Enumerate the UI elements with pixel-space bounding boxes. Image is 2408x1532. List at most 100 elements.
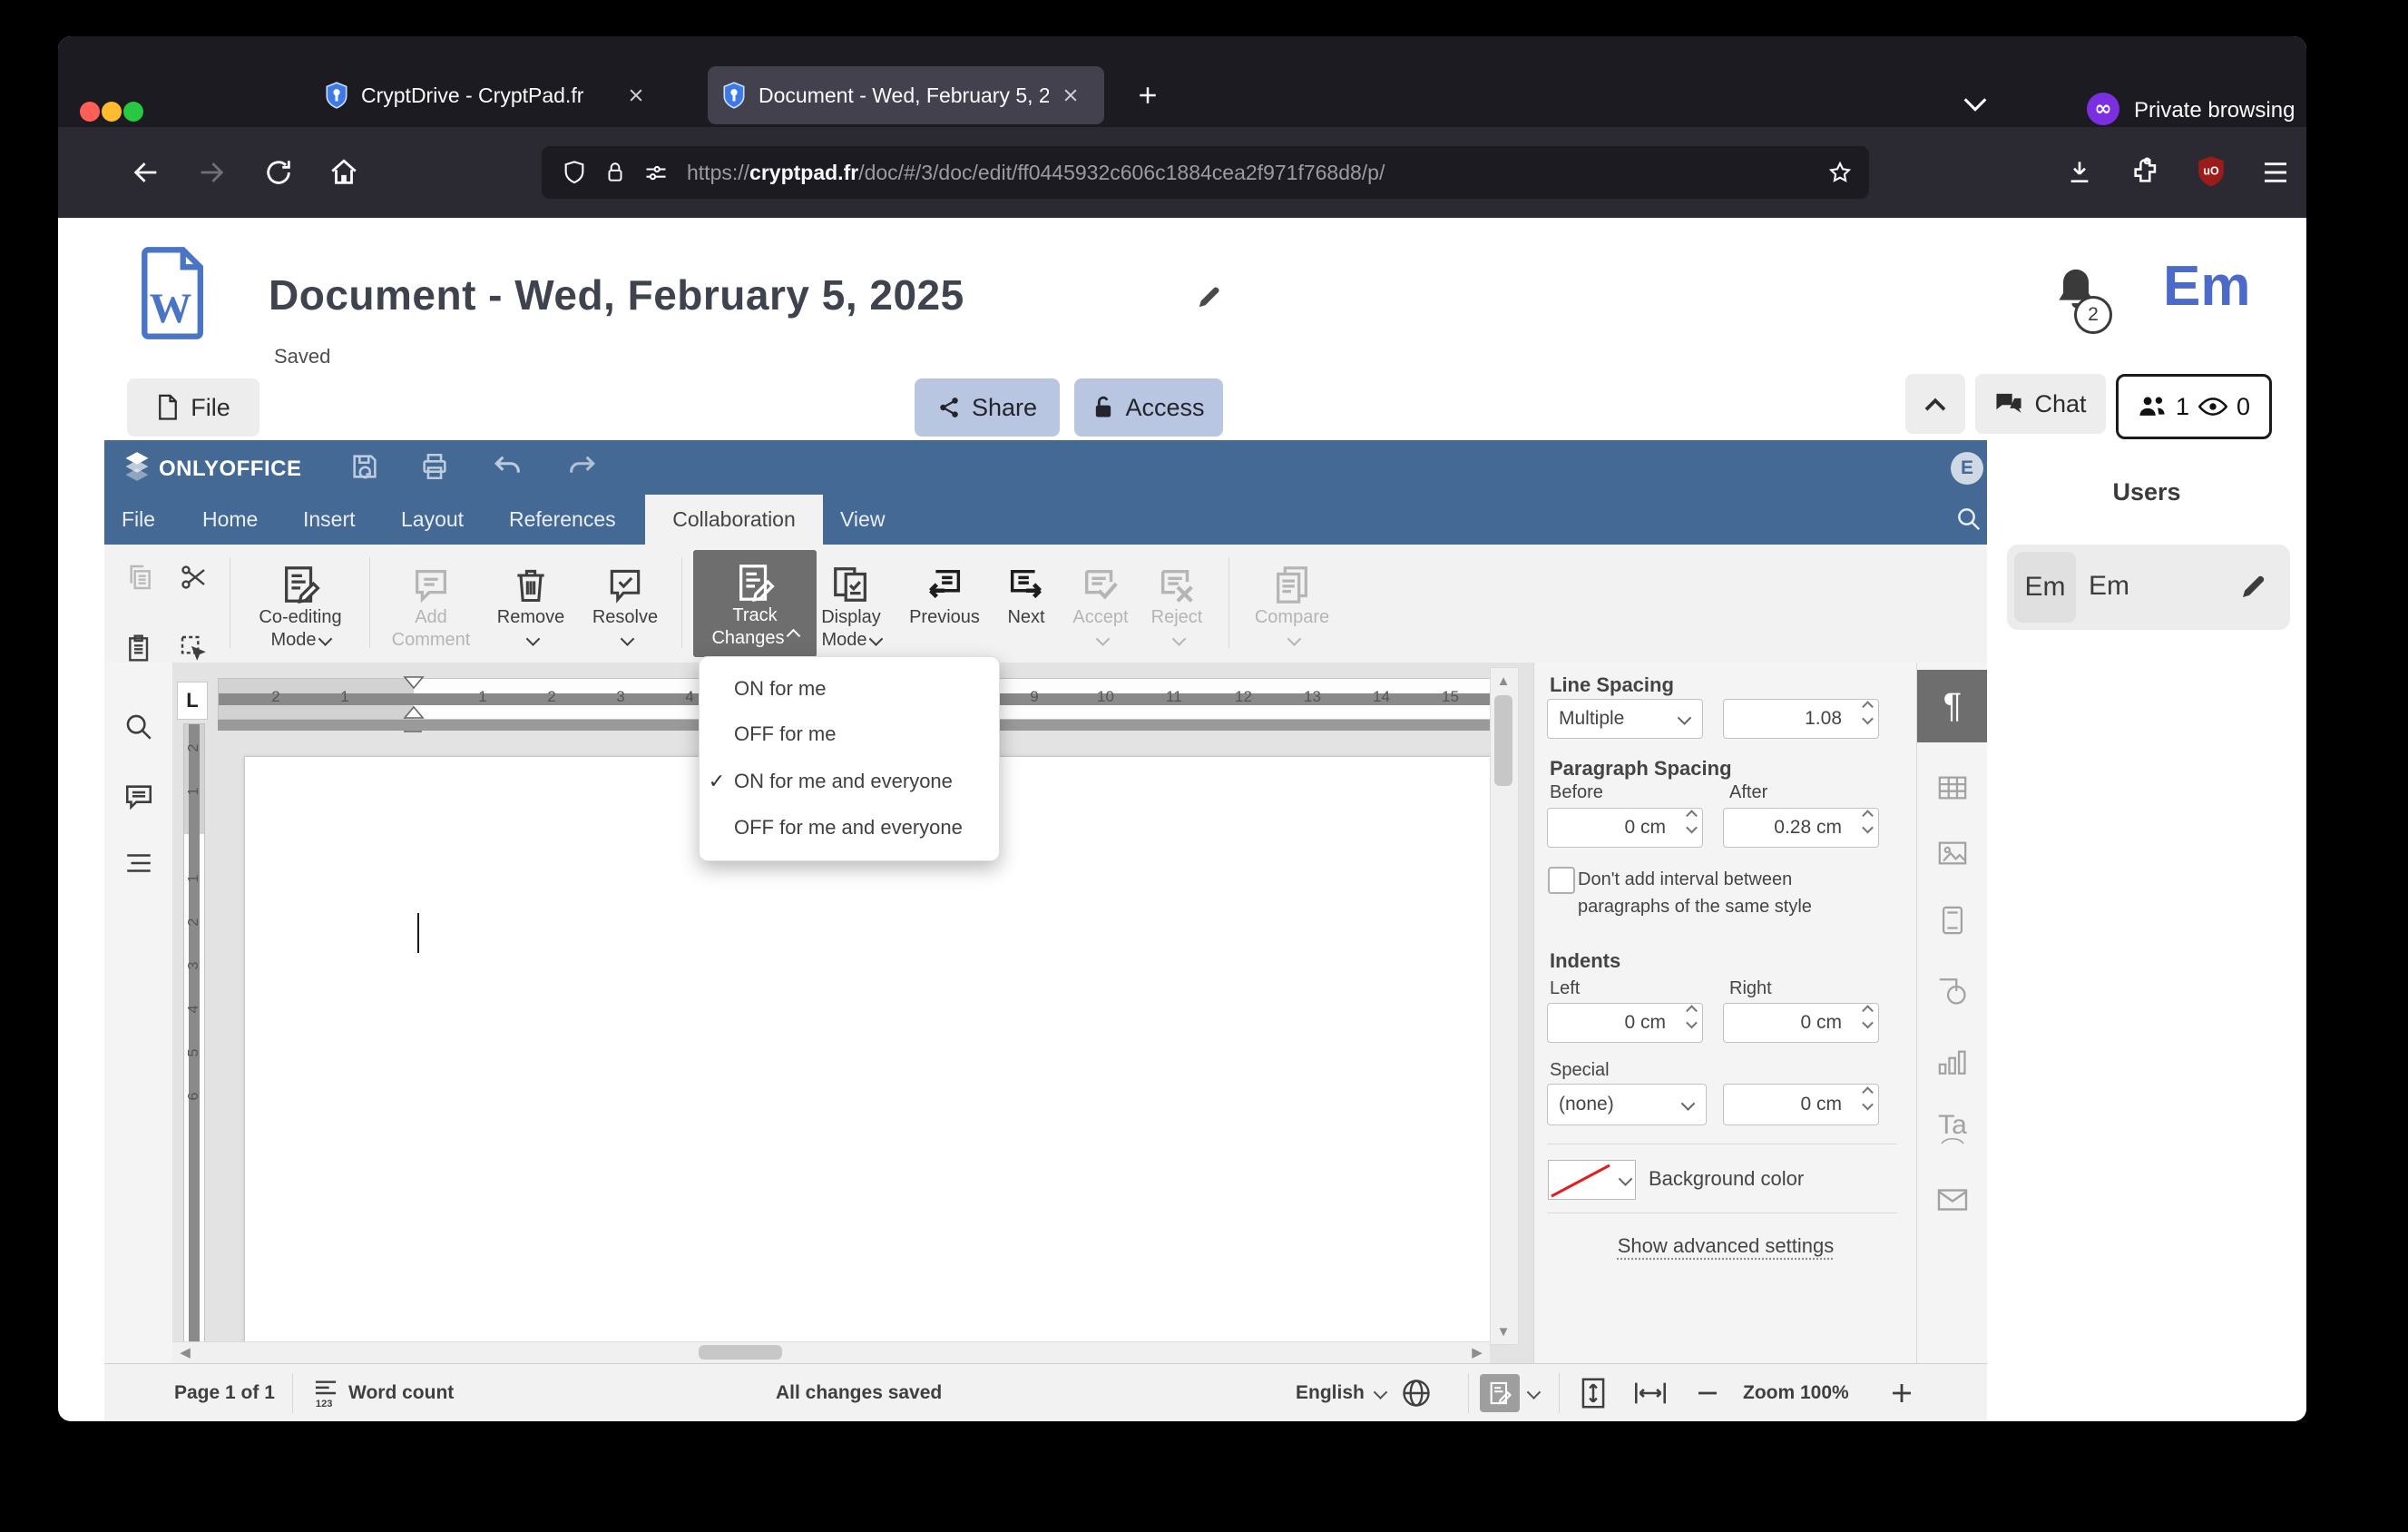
track-changes-status-chevron[interactable] — [1525, 1364, 1542, 1421]
first-line-indent-marker[interactable] — [403, 675, 425, 690]
navigation-headings-icon[interactable] — [123, 851, 154, 875]
stepper-arrows[interactable] — [1686, 1005, 1698, 1029]
paragraph-settings-tab[interactable]: ¶ — [1917, 670, 1988, 742]
hanging-indent-marker[interactable] — [403, 706, 425, 719]
browser-tab-document[interactable]: Document - Wed, February 5, 2 — [708, 66, 1104, 124]
indent-left-input[interactable]: 0 cm — [1547, 1003, 1703, 1043]
scroll-right-arrow[interactable]: ▶ — [1466, 1342, 1488, 1362]
stepper-arrows[interactable] — [1862, 701, 1874, 725]
vertical-scrollbar[interactable]: ▲ ▼ — [1490, 667, 1519, 1345]
paste-icon[interactable] — [125, 633, 154, 663]
background-color-swatch[interactable] — [1548, 1160, 1613, 1200]
lock-icon[interactable] — [603, 160, 627, 185]
previous-change-button[interactable]: Previous — [899, 548, 990, 661]
zoom-window-button[interactable] — [123, 102, 143, 122]
stepper-arrows[interactable] — [1862, 810, 1874, 834]
document-title[interactable]: Document - Wed, February 5, 2025 — [269, 270, 964, 319]
track-changes-status-toggle[interactable] — [1480, 1374, 1520, 1412]
chart-settings-tab[interactable] — [1917, 1033, 1988, 1091]
spellcheck-globe-icon[interactable] — [1400, 1364, 1433, 1421]
spacing-before-input[interactable]: 0 cm — [1547, 808, 1703, 848]
chat-button[interactable]: Chat — [1975, 374, 2106, 434]
reload-icon[interactable] — [263, 157, 294, 188]
close-window-button[interactable] — [80, 102, 100, 122]
scroll-up-arrow[interactable]: ▲ — [1491, 670, 1516, 692]
menu-item-on-for-me[interactable]: ON for me — [700, 666, 999, 712]
tab-file[interactable]: File — [122, 495, 155, 545]
tab-references[interactable]: References — [509, 495, 616, 545]
headers-footers-settings-tab[interactable] — [1917, 891, 1988, 949]
ublock-origin-icon[interactable]: uO — [2196, 155, 2227, 188]
line-spacing-value-input[interactable]: 1.08 — [1723, 699, 1879, 739]
zoom-level[interactable]: Zoom 100% — [1743, 1364, 1849, 1421]
stepper-arrows[interactable] — [1862, 1086, 1874, 1111]
fit-page-icon[interactable] — [1578, 1364, 1609, 1421]
minimize-window-button[interactable] — [102, 102, 122, 122]
next-change-button[interactable]: Next — [986, 548, 1066, 661]
tab-home[interactable]: Home — [202, 495, 258, 545]
find-search-icon[interactable] — [1955, 506, 1982, 533]
tab-insert[interactable]: Insert — [303, 495, 356, 545]
table-settings-tab[interactable] — [1917, 759, 1988, 817]
access-button[interactable]: Access — [1074, 378, 1223, 437]
rename-pencil-icon[interactable] — [1196, 283, 1223, 310]
print-icon[interactable] — [419, 451, 450, 482]
edit-name-pencil-icon[interactable] — [2239, 572, 2268, 601]
remove-comment-button[interactable]: Remove — [485, 548, 576, 661]
browser-tab-cryptdrive[interactable]: CryptDrive - CryptPad.fr — [310, 66, 708, 124]
home-icon[interactable] — [328, 157, 359, 188]
close-tab-icon[interactable] — [1062, 86, 1080, 104]
downloads-icon[interactable] — [2065, 157, 2094, 186]
permissions-sliders-icon[interactable] — [643, 160, 669, 185]
zoom-in-button[interactable] — [1888, 1364, 1915, 1421]
search-icon[interactable] — [123, 712, 154, 742]
share-button[interactable]: Share — [915, 378, 1060, 437]
scroll-left-arrow[interactable]: ◀ — [174, 1342, 196, 1362]
background-color-dropdown[interactable] — [1611, 1160, 1636, 1200]
extensions-puzzle-icon[interactable] — [2130, 155, 2161, 186]
select-all-icon[interactable] — [179, 633, 208, 663]
display-mode-button[interactable]: Display Mode — [796, 548, 906, 661]
coediting-mode-button[interactable]: Co-editing Mode — [237, 548, 364, 661]
account-avatar[interactable]: Em — [2163, 254, 2250, 319]
menu-hamburger-icon[interactable] — [2261, 160, 2290, 185]
stepper-arrows[interactable] — [1686, 810, 1698, 834]
list-all-tabs-chevron-icon[interactable] — [1960, 93, 1991, 116]
menu-item-off-for-me-and-everyone[interactable]: OFF for me and everyone — [700, 805, 999, 850]
word-count-button[interactable]: Word count — [348, 1364, 454, 1421]
shield-icon[interactable] — [562, 160, 587, 185]
image-settings-tab[interactable] — [1917, 824, 1988, 882]
menu-item-off-for-me[interactable]: OFF for me — [700, 712, 999, 757]
tab-layout[interactable]: Layout — [401, 495, 464, 545]
scroll-down-arrow[interactable]: ▼ — [1491, 1321, 1516, 1342]
file-menu-button[interactable]: File — [127, 378, 259, 437]
bookmark-star-icon[interactable] — [1827, 160, 1853, 185]
tab-collaboration[interactable]: Collaboration — [645, 495, 823, 545]
url-bar[interactable]: https://cryptpad.fr/doc/#/3/doc/edit/ff0… — [542, 146, 1869, 199]
horizontal-scroll-thumb[interactable] — [699, 1345, 782, 1360]
user-list-item[interactable]: Em Em — [2007, 545, 2290, 630]
undo-icon[interactable] — [493, 453, 524, 482]
language-selector[interactable]: English — [1296, 1364, 1388, 1421]
indent-right-input[interactable]: 0 cm — [1723, 1003, 1879, 1043]
zoom-out-button[interactable] — [1694, 1364, 1721, 1421]
resolve-comment-button[interactable]: Resolve — [580, 548, 671, 661]
comments-panel-icon[interactable] — [123, 782, 154, 811]
tab-stop-selector[interactable]: L — [177, 682, 208, 720]
forward-icon[interactable] — [196, 157, 227, 188]
shape-settings-tab[interactable] — [1917, 962, 1988, 1020]
spacing-after-input[interactable]: 0.28 cm — [1723, 808, 1879, 848]
cut-icon[interactable] — [179, 563, 208, 592]
horizontal-scrollbar[interactable]: ◀ ▶ — [172, 1341, 1490, 1364]
special-select[interactable]: (none) — [1547, 1084, 1707, 1125]
notifications-bell-icon[interactable]: 2 — [2051, 263, 2112, 334]
menu-item-on-for-me-and-everyone[interactable]: ✓ ON for me and everyone — [700, 759, 999, 804]
interval-checkbox[interactable] — [1548, 867, 1575, 894]
editor-user-badge[interactable]: E — [1951, 452, 1983, 485]
text-art-settings-tab[interactable]: Ta — [1917, 1101, 1988, 1159]
save-icon[interactable] — [349, 451, 380, 482]
vertical-scroll-thumb[interactable] — [1494, 695, 1512, 786]
fit-width-icon[interactable] — [1632, 1364, 1669, 1421]
special-value-input[interactable]: 0 cm — [1723, 1084, 1879, 1125]
collapse-toolbar-button[interactable] — [1905, 374, 1965, 434]
